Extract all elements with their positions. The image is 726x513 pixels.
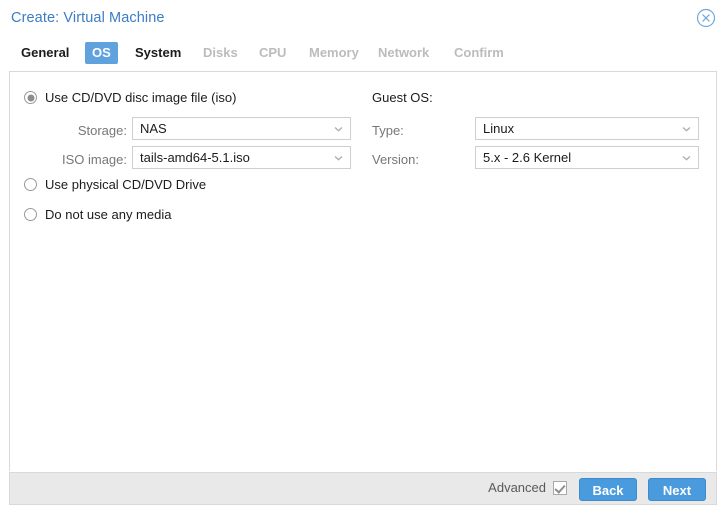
back-button[interactable]: Back bbox=[579, 478, 637, 501]
advanced-checkbox[interactable] bbox=[553, 480, 567, 495]
close-icon[interactable] bbox=[696, 8, 716, 28]
chevron-down-icon[interactable] bbox=[334, 124, 343, 133]
radio-label-no-media: Do not use any media bbox=[45, 207, 172, 222]
dialog-titlebar: Create: Virtual Machine bbox=[0, 0, 726, 38]
radio-no-media[interactable]: Do not use any media bbox=[24, 207, 171, 222]
storage-label: Storage: bbox=[77, 123, 127, 138]
radio-indicator-no-media[interactable] bbox=[24, 208, 37, 221]
chevron-down-icon[interactable] bbox=[682, 153, 691, 162]
radio-indicator-iso[interactable] bbox=[24, 91, 37, 104]
guest-os-version-select[interactable]: 5.x - 2.6 Kernel bbox=[475, 146, 699, 169]
advanced-label: Advanced bbox=[488, 480, 546, 495]
chevron-down-icon[interactable] bbox=[334, 153, 343, 162]
dialog-footer: Advanced Back Next bbox=[9, 472, 717, 505]
dialog-title: Create: Virtual Machine bbox=[11, 10, 165, 26]
tab-cpu: CPU bbox=[259, 45, 287, 60]
advanced-toggle[interactable]: Advanced bbox=[488, 480, 567, 495]
guest-os-version-value: 5.x - 2.6 Kernel bbox=[483, 150, 572, 165]
wizard-tabs: General OS System Disks CPU Memory Netwo… bbox=[0, 42, 726, 70]
radio-use-physical-drive[interactable]: Use physical CD/DVD Drive bbox=[24, 177, 206, 192]
guest-os-heading: Guest OS: bbox=[372, 90, 433, 105]
tab-system[interactable]: System bbox=[128, 42, 188, 64]
iso-image-value: tails-amd64-5.1.iso bbox=[140, 150, 250, 165]
radio-indicator-physical[interactable] bbox=[24, 178, 37, 191]
radio-label-physical: Use physical CD/DVD Drive bbox=[45, 177, 207, 192]
iso-image-select[interactable]: tails-amd64-5.1.iso bbox=[132, 146, 351, 169]
radio-use-iso-file[interactable]: Use CD/DVD disc image file (iso) bbox=[24, 90, 236, 105]
create-vm-dialog: Create: Virtual Machine General OS Syste… bbox=[0, 0, 726, 513]
guest-os-version-label: Version: bbox=[372, 152, 419, 167]
tab-confirm: Confirm bbox=[454, 45, 504, 60]
tab-network: Network bbox=[378, 45, 430, 60]
tab-memory: Memory bbox=[309, 45, 359, 60]
guest-os-type-label: Type: bbox=[372, 123, 404, 138]
next-button[interactable]: Next bbox=[648, 478, 706, 501]
radio-label-iso: Use CD/DVD disc image file (iso) bbox=[45, 90, 237, 105]
tab-disks: Disks bbox=[203, 45, 238, 60]
os-panel: Use CD/DVD disc image file (iso) Storage… bbox=[9, 71, 717, 471]
iso-image-label: ISO image: bbox=[61, 152, 127, 167]
guest-os-type-select[interactable]: Linux bbox=[475, 117, 699, 140]
chevron-down-icon[interactable] bbox=[682, 124, 691, 133]
tab-os[interactable]: OS bbox=[85, 42, 118, 64]
storage-value: NAS bbox=[140, 121, 167, 136]
tab-general[interactable]: General bbox=[14, 42, 76, 64]
storage-select[interactable]: NAS bbox=[132, 117, 351, 140]
guest-os-type-value: Linux bbox=[483, 121, 515, 136]
